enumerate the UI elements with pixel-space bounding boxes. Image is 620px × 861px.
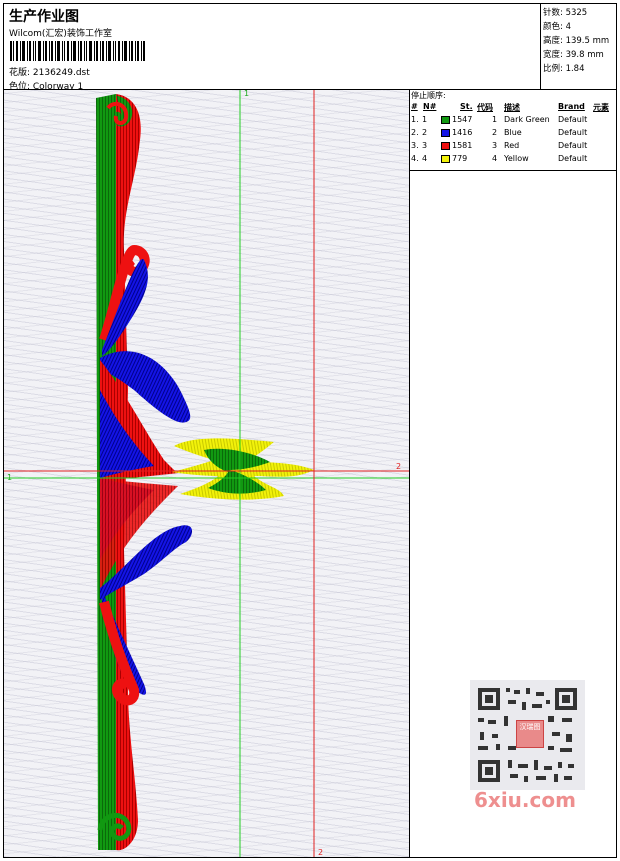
design-stats: 针数: 5325 颜色: 4 高度: 139.5 mm 宽度: 39.8 mm … <box>541 4 616 90</box>
col-element: 元素 <box>593 103 609 112</box>
row-hash: 2. <box>411 128 419 137</box>
row-n: 4 <box>422 154 428 163</box>
company-name: Wilcom(汇宏)装饰工作室 <box>9 29 112 39</box>
row-stitches: 779 <box>452 154 468 163</box>
row-brand: Default <box>558 141 588 150</box>
row-stitches: 1416 <box>452 128 473 137</box>
col-code: 代码 <box>477 103 493 112</box>
color-swatch <box>441 116 450 124</box>
header-info: 生产作业图 Wilcom(汇宏)装饰工作室 花版: 2136249.dst 色位… <box>4 4 541 92</box>
row-code: 1 <box>492 115 498 124</box>
row-n: 1 <box>422 115 428 124</box>
row-brand: Default <box>558 154 588 163</box>
col-st: St. <box>460 102 473 111</box>
row-code: 4 <box>492 154 498 163</box>
guide-label-red-bottom: 2 <box>318 848 323 857</box>
guide-label-green-top: 1 <box>244 90 249 98</box>
guide-label-green-left: 1 <box>7 473 12 482</box>
row-desc: Red <box>504 141 520 150</box>
row-hash: 1. <box>411 115 419 124</box>
guide-label-red-right: 2 <box>396 462 401 471</box>
row-stitches: 1547 <box>452 115 473 124</box>
table-row: 3. 3 1581 3 Red Default <box>410 141 616 153</box>
row-hash: 3. <box>411 141 419 150</box>
stamp-logo: 汉瑞图 <box>516 720 544 748</box>
row-stitches: 1581 <box>452 141 473 150</box>
stop-sequence-title: 停止顺序: <box>411 91 446 100</box>
color-swatch <box>441 155 450 163</box>
stitch-count: 针数: 5325 <box>543 8 588 18</box>
color-swatch <box>441 142 450 150</box>
row-desc: Blue <box>504 128 522 137</box>
barcode <box>10 41 145 61</box>
row-brand: Default <box>558 128 588 137</box>
row-code: 3 <box>492 141 498 150</box>
col-brand: Brand <box>558 102 585 111</box>
color-count: 颜色: 4 <box>543 22 571 32</box>
page-title: 生产作业图 <box>9 9 79 25</box>
table-row: 1. 1 1547 1 Dark Green Default <box>410 115 616 127</box>
row-desc: Dark Green <box>504 115 550 124</box>
row-hash: 4. <box>411 154 419 163</box>
watermark-text: 6xiu.com <box>474 788 576 812</box>
design-scale: 比例: 1.84 <box>543 64 585 74</box>
table-header: # N# St. 代码 描述 Brand 元素 <box>410 102 616 114</box>
row-code: 2 <box>492 128 498 137</box>
stop-sequence-table: 停止顺序: # N# St. 代码 描述 Brand 元素 1. 1 1547 1 Da… <box>410 90 616 171</box>
col-n: N# <box>423 102 437 111</box>
color-swatch <box>441 129 450 137</box>
design-canvas[interactable]: 1 1 2 2 <box>4 90 410 857</box>
design-height: 高度: 139.5 mm <box>543 36 610 46</box>
row-n: 3 <box>422 141 428 150</box>
row-n: 2 <box>422 128 428 137</box>
design-width: 宽度: 39.8 mm <box>543 50 604 60</box>
col-hash: # <box>411 102 418 111</box>
stamp-text: 汉瑞图 <box>519 723 541 731</box>
table-row: 4. 4 779 4 Yellow Default <box>410 154 616 166</box>
design-file: 花版: 2136249.dst <box>9 68 90 78</box>
row-desc: Yellow <box>504 154 529 163</box>
table-row: 2. 2 1416 2 Blue Default <box>410 128 616 140</box>
row-brand: Default <box>558 115 588 124</box>
col-desc: 描述 <box>504 103 520 112</box>
embroidery-design: 1 1 2 2 <box>4 90 409 857</box>
